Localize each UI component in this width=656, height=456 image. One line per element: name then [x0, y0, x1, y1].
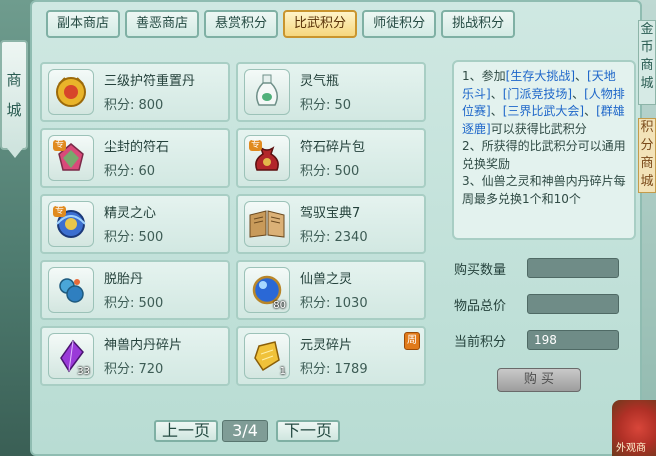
info-sep: 、 — [572, 86, 585, 101]
item-card[interactable]: 专 符石碎片包 积分: 500 — [236, 128, 426, 188]
item-price: 积分: 1030 — [300, 296, 368, 311]
current-points-label: 当前积分 — [454, 335, 507, 350]
exclusive-badge: 专 — [249, 140, 263, 151]
item-card[interactable]: 专 精灵之心 积分: 500 — [40, 194, 230, 254]
page-indicator: 3/4 — [222, 420, 268, 442]
exclusive-badge: 专 — [53, 140, 67, 151]
item-name: 脱胎丹 — [104, 272, 144, 287]
item-name: 驾驭宝典7 — [300, 206, 361, 221]
info-text: 1、参加 — [462, 69, 506, 83]
gold-mall-side-tab[interactable]: 金币商城 — [638, 20, 656, 105]
item-count: 1 — [279, 366, 286, 377]
vase-icon — [249, 73, 285, 111]
quantity-input[interactable] — [527, 258, 619, 278]
item-card[interactable]: 脱胎丹 积分: 500 — [40, 260, 230, 320]
current-points-value: 198 — [527, 330, 619, 350]
total-price-value — [527, 294, 619, 314]
tab-karma-shop[interactable]: 善恶商店 — [125, 10, 200, 38]
item-slot: 专 — [48, 135, 94, 181]
rules-info-panel: 1、参加[生存大挑战]、[天地乐斗]、[门派竞技场]、[人物排位赛]、[三界比武… — [452, 60, 636, 240]
item-card[interactable]: 1 元灵碎片 积分: 1789 周 — [236, 326, 426, 386]
item-price: 积分: 1789 — [300, 362, 368, 377]
info-sep: 、 — [575, 69, 588, 83]
book-icon — [248, 209, 286, 239]
item-name: 元灵碎片 — [300, 338, 353, 353]
item-name: 三级护符重置丹 — [104, 74, 196, 89]
link-three-realms-tournament[interactable]: [三界比武大会] — [503, 104, 584, 118]
weekly-limit-badge: 周 — [404, 332, 420, 350]
item-price: 积分: 2340 — [300, 230, 368, 245]
total-price-row: 物品总价 — [452, 294, 642, 314]
total-price-label: 物品总价 — [454, 299, 507, 314]
shop-tabs: 副本商店 善恶商店 悬赏积分 比武积分 师徒积分 挑战积分 — [46, 10, 516, 38]
info-text: 可以获得比武积分 — [490, 121, 587, 136]
link-sect-arena[interactable]: [门派竞技场] — [503, 87, 572, 101]
item-card[interactable]: 三级护符重置丹 积分: 800 — [40, 62, 230, 122]
item-card[interactable]: 驾驭宝典7 积分: 2340 — [236, 194, 426, 254]
tab-mentor-points[interactable]: 师徒积分 — [362, 10, 437, 38]
item-slot: 80 — [244, 267, 290, 313]
appearance-shop-label: 外观商 — [616, 443, 646, 454]
pill-icon — [53, 272, 89, 308]
item-price: 积分: 500 — [300, 164, 360, 179]
item-slot: 33 — [48, 333, 94, 379]
item-name: 精灵之心 — [104, 206, 157, 221]
item-slot: 专 — [48, 201, 94, 247]
quantity-label: 购买数量 — [454, 263, 507, 278]
item-count: 80 — [273, 300, 286, 311]
info-sep: 、 — [490, 86, 503, 101]
info-sep: 、 — [584, 104, 597, 118]
item-price: 积分: 60 — [104, 164, 156, 179]
item-price: 积分: 50 — [300, 98, 352, 113]
link-survival-challenge[interactable]: [生存大挑战] — [506, 69, 575, 83]
item-slot: 专 — [244, 135, 290, 181]
item-price: 积分: 800 — [104, 98, 164, 113]
item-slot — [48, 267, 94, 313]
item-name: 尘封的符石 — [104, 140, 170, 155]
item-grid: 三级护符重置丹 积分: 800 灵气瓶 积分: 50 专 尘封的符石 积分: 6… — [40, 62, 428, 394]
appearance-shop-icon[interactable]: 外观商 — [612, 400, 656, 456]
shop-window: 副本商店 善恶商店 悬赏积分 比武积分 师徒积分 挑战积分 三级护符重置丹 积分… — [30, 0, 642, 456]
item-name: 灵气瓶 — [300, 74, 340, 89]
next-page-button[interactable]: 下一页 — [276, 420, 340, 442]
item-card[interactable]: 专 尘封的符石 积分: 60 — [40, 128, 230, 188]
item-slot: 1 — [244, 333, 290, 379]
item-slot — [244, 201, 290, 247]
item-price: 积分: 500 — [104, 230, 164, 245]
item-name: 符石碎片包 — [300, 140, 366, 155]
item-name: 仙兽之灵 — [300, 272, 353, 287]
item-slot — [48, 69, 94, 115]
info-line-2: 2、所获得的比武积分可以通用兑换奖励 — [462, 139, 626, 171]
info-sep: 、 — [490, 104, 503, 118]
buy-button[interactable]: 购 买 — [497, 368, 581, 392]
item-slot — [244, 69, 290, 115]
item-price: 积分: 500 — [104, 296, 164, 311]
exclusive-badge: 专 — [53, 206, 67, 217]
info-line-3: 3、仙兽之灵和神兽内丹碎片每周最多兑换1个和10个 — [462, 174, 626, 206]
tab-dungeon-shop[interactable]: 副本商店 — [46, 10, 121, 38]
item-card[interactable]: 33 神兽内丹碎片 积分: 720 — [40, 326, 230, 386]
prev-page-button[interactable]: 上一页 — [154, 420, 218, 442]
mall-side-tab-char-2: 城 — [6, 101, 22, 119]
mall-side-tab-char-1: 商 — [6, 71, 22, 89]
item-name: 神兽内丹碎片 — [104, 338, 183, 353]
points-mall-side-tab[interactable]: 积分商城 — [638, 118, 656, 193]
mall-side-tab[interactable]: 商 城 — [0, 40, 28, 158]
tab-challenge-points[interactable]: 挑战积分 — [441, 10, 516, 38]
quantity-row: 购买数量 — [452, 258, 642, 278]
gold-charm-icon — [53, 74, 89, 110]
item-card[interactable]: 灵气瓶 积分: 50 — [236, 62, 426, 122]
tab-arena-points[interactable]: 比武积分 — [283, 10, 358, 38]
tab-bounty-points[interactable]: 悬赏积分 — [204, 10, 279, 38]
current-points-row: 当前积分 198 — [452, 330, 642, 350]
item-card[interactable]: 80 仙兽之灵 积分: 1030 — [236, 260, 426, 320]
item-price: 积分: 720 — [104, 362, 164, 377]
item-count: 33 — [77, 366, 90, 377]
